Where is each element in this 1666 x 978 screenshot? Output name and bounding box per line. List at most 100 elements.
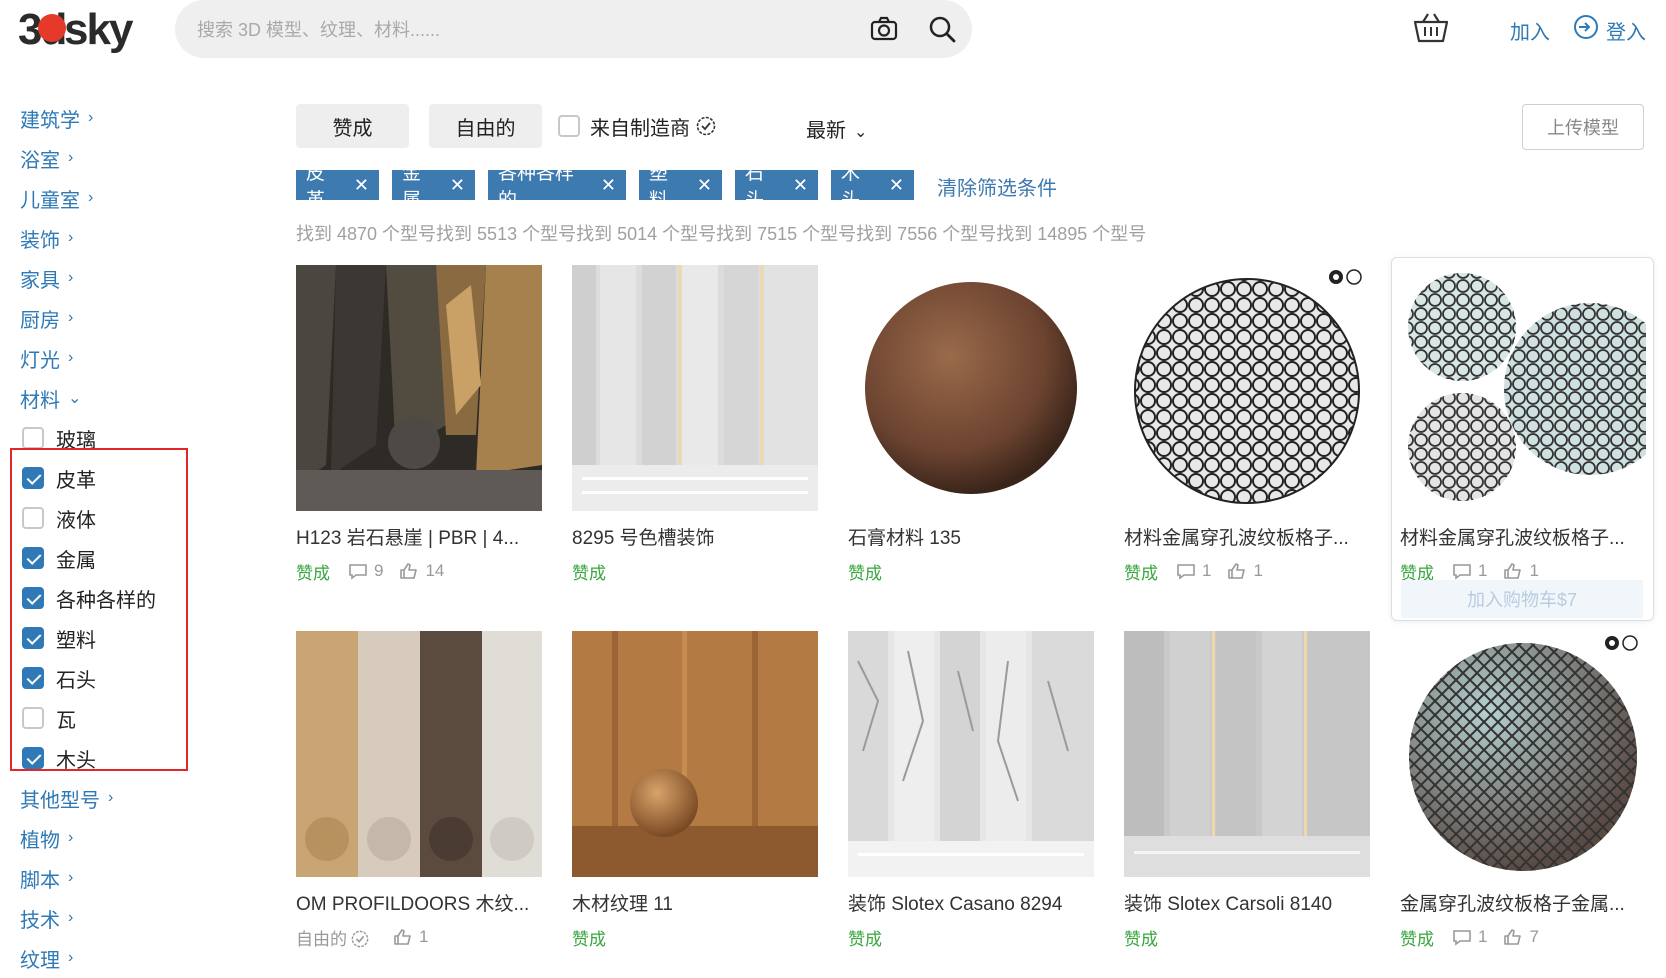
model-thumbnail[interactable] xyxy=(848,631,1094,877)
material-tile[interactable]: 瓦 xyxy=(20,698,200,738)
model-title[interactable]: 装饰 Slotex Casano 8294 xyxy=(848,889,1094,916)
model-thumbnail[interactable] xyxy=(572,631,818,877)
checkbox[interactable] xyxy=(558,115,580,137)
close-icon[interactable]: ✕ xyxy=(697,175,712,196)
comments-count: 9 xyxy=(348,561,383,581)
model-title[interactable]: 装饰 Slotex Carsoli 8140 xyxy=(1124,889,1370,916)
category-furniture[interactable]: 家具 › xyxy=(20,258,200,298)
model-title[interactable]: 金属穿孔波纹板格子金属... xyxy=(1400,889,1646,916)
search-icon[interactable] xyxy=(927,14,957,44)
material-leather[interactable]: 皮革 xyxy=(20,458,200,498)
thumbs-up-icon xyxy=(1504,563,1522,579)
category-childroom[interactable]: 儿童室 › xyxy=(20,178,200,218)
category-bathroom[interactable]: 浴室 › xyxy=(20,138,200,178)
model-thumbnail[interactable] xyxy=(1124,265,1370,511)
model-card[interactable]: 材料金属穿孔波纹板格子... 赞成 1 1 xyxy=(1124,265,1370,583)
tag-plastic[interactable]: 塑料 ✕ xyxy=(639,163,722,211)
model-thumbnail[interactable] xyxy=(1400,265,1646,511)
tag-stone[interactable]: 石头 ✕ xyxy=(735,163,818,211)
filter-pro-button[interactable]: 赞成 xyxy=(296,104,409,148)
join-link[interactable]: 加入 xyxy=(1510,16,1550,45)
search-input[interactable] xyxy=(195,14,819,46)
model-title[interactable]: 木材纹理 11 xyxy=(572,889,818,916)
category-kitchen[interactable]: 厨房 › xyxy=(20,298,200,338)
checkbox-checked[interactable] xyxy=(22,547,44,569)
checkbox[interactable] xyxy=(22,427,44,449)
category-materials[interactable]: 材料 ⌄ xyxy=(20,378,200,418)
model-thumbnail[interactable] xyxy=(296,265,542,511)
model-card[interactable]: 8295 号色槽装饰 赞成 xyxy=(572,265,818,583)
close-icon[interactable]: ✕ xyxy=(354,175,369,196)
clear-filters-link[interactable]: 清除筛选条件 xyxy=(937,172,1057,201)
category-technology[interactable]: 技术 › xyxy=(20,898,200,938)
login-icon[interactable] xyxy=(1573,14,1599,40)
checkbox-checked[interactable] xyxy=(22,467,44,489)
material-glass[interactable]: 玻璃 xyxy=(20,418,200,458)
category-lighting[interactable]: 灯光 › xyxy=(20,338,200,378)
tag-wood[interactable]: 木头 ✕ xyxy=(831,163,914,211)
site-logo[interactable]: 3d sky xyxy=(18,6,138,54)
model-thumbnail[interactable] xyxy=(848,265,1094,511)
cart-icon[interactable] xyxy=(1412,12,1450,44)
search-bar[interactable] xyxy=(175,0,972,58)
model-title[interactable]: 材料金属穿孔波纹板格子... xyxy=(1124,523,1370,550)
model-thumbnail[interactable] xyxy=(1400,631,1646,877)
material-wood[interactable]: 木头 xyxy=(20,738,200,778)
tag-metal[interactable]: 金属 ✕ xyxy=(392,163,475,211)
model-card[interactable]: 装饰 Slotex Carsoli 8140 赞成 xyxy=(1124,631,1370,949)
filter-free-button[interactable]: 自由的 xyxy=(429,104,542,148)
sort-dropdown[interactable]: 最新 ⌄ xyxy=(806,114,867,143)
model-card[interactable]: H123 岩石悬崖 | PBR | 4... 赞成 9 14 xyxy=(296,265,542,583)
checkbox[interactable] xyxy=(22,507,44,529)
model-title[interactable]: 石膏材料 135 xyxy=(848,523,1094,550)
checkbox-checked[interactable] xyxy=(22,747,44,769)
checkbox-checked[interactable] xyxy=(22,587,44,609)
model-title[interactable]: 材料金属穿孔波纹板格子... xyxy=(1400,523,1646,550)
category-scripts[interactable]: 脚本 › xyxy=(20,858,200,898)
model-thumbnail[interactable] xyxy=(1124,631,1370,877)
material-label: 液体 xyxy=(56,509,96,532)
material-stone[interactable]: 石头 xyxy=(20,658,200,698)
model-card[interactable]: 木材纹理 11 赞成 xyxy=(572,631,818,949)
upload-model-button[interactable]: 上传模型 xyxy=(1522,104,1644,150)
model-thumbnail[interactable] xyxy=(296,631,542,877)
model-title[interactable]: 8295 号色槽装饰 xyxy=(572,523,818,550)
material-liquid[interactable]: 液体 xyxy=(20,498,200,538)
comments-count: 1 xyxy=(1452,927,1487,947)
model-card[interactable]: 金属穿孔波纹板格子金属... 赞成 1 7 xyxy=(1400,631,1646,949)
model-card[interactable]: 装饰 Slotex Casano 8294 赞成 xyxy=(848,631,1094,949)
category-label: 家具 xyxy=(20,269,60,292)
checkbox[interactable] xyxy=(22,707,44,729)
category-textures[interactable]: 纹理 › xyxy=(20,938,200,978)
model-meta: 自由的 1 xyxy=(296,926,542,949)
close-icon[interactable]: ✕ xyxy=(450,175,465,196)
checkbox-checked[interactable] xyxy=(22,627,44,649)
model-title[interactable]: H123 岩石悬崖 | PBR | 4... xyxy=(296,523,542,550)
camera-icon[interactable] xyxy=(869,14,899,44)
tag-misc[interactable]: 各种各样的 ✕ xyxy=(488,163,626,211)
category-architecture[interactable]: 建筑学 › xyxy=(20,98,200,138)
category-other-models[interactable]: 其他型号 › xyxy=(20,778,200,818)
close-icon[interactable]: ✕ xyxy=(793,175,808,196)
material-plastic[interactable]: 塑料 xyxy=(20,618,200,658)
chevron-right-icon: › xyxy=(68,269,74,286)
close-icon[interactable]: ✕ xyxy=(601,175,616,196)
add-to-cart-button[interactable]: 加入购物车$7 xyxy=(1401,580,1643,618)
model-title[interactable]: OM PROFILDOORS 木纹... xyxy=(296,889,542,916)
likes-value: 14 xyxy=(425,561,445,580)
model-card[interactable]: 材料金属穿孔波纹板格子... 赞成 1 1 xyxy=(1400,265,1646,583)
filter-from-maker[interactable]: 来自制造商 xyxy=(556,110,716,142)
close-icon[interactable]: ✕ xyxy=(889,175,904,196)
category-plants[interactable]: 植物 › xyxy=(20,818,200,858)
cost-label: 赞成 xyxy=(1124,563,1158,583)
material-metal[interactable]: 金属 xyxy=(20,538,200,578)
model-meta: 赞成 xyxy=(1124,926,1370,949)
model-card[interactable]: 石膏材料 135 赞成 xyxy=(848,265,1094,583)
checkbox-checked[interactable] xyxy=(22,667,44,689)
category-decoration[interactable]: 装饰 › xyxy=(20,218,200,258)
model-thumbnail[interactable] xyxy=(572,265,818,511)
tag-leather[interactable]: 皮革 ✕ xyxy=(296,163,379,211)
login-link[interactable]: 登入 xyxy=(1606,16,1646,45)
model-card[interactable]: OM PROFILDOORS 木纹... 自由的 1 xyxy=(296,631,542,949)
material-misc[interactable]: 各种各样的 xyxy=(20,578,200,618)
